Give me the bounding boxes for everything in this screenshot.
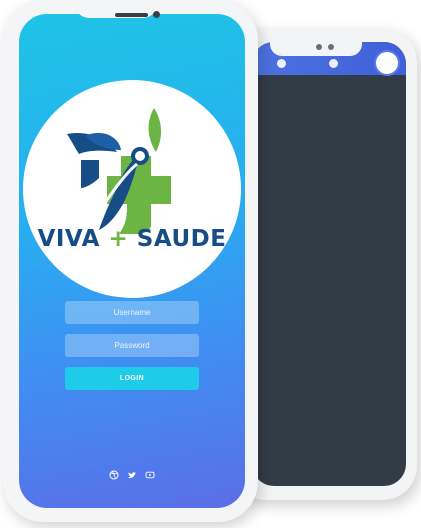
brand-plus-text: + <box>108 226 129 252</box>
logo-emblem-icon <box>67 108 171 234</box>
back-phone-notch <box>270 42 362 56</box>
app-logo: VIVA + SAUDE <box>23 80 241 298</box>
back-speaker-dot <box>316 44 322 50</box>
back-phone <box>232 28 417 500</box>
back-phone-screen <box>252 42 406 486</box>
brand-wordmark: VIVA + SAUDE <box>23 226 241 252</box>
back-fab-button[interactable] <box>374 50 400 76</box>
back-camera-dot <box>328 44 334 50</box>
front-camera <box>153 11 160 18</box>
clock-icon[interactable] <box>277 59 286 68</box>
brand-right-text: SAUDE <box>136 226 227 252</box>
social-links <box>19 463 245 481</box>
login-screen: VIVA + SAUDE LOGIN <box>19 14 245 508</box>
twitter-icon[interactable] <box>127 467 137 478</box>
dribbble-icon[interactable] <box>109 467 119 480</box>
speaker-grille <box>115 13 148 17</box>
password-input[interactable] <box>65 334 199 357</box>
front-phone: VIVA + SAUDE LOGIN <box>3 0 258 522</box>
fire-icon[interactable] <box>329 59 338 68</box>
login-button[interactable]: LOGIN <box>65 367 199 390</box>
youtube-icon[interactable] <box>145 467 155 479</box>
username-input[interactable] <box>65 301 199 324</box>
brand-left-text: VIVA <box>37 226 100 252</box>
